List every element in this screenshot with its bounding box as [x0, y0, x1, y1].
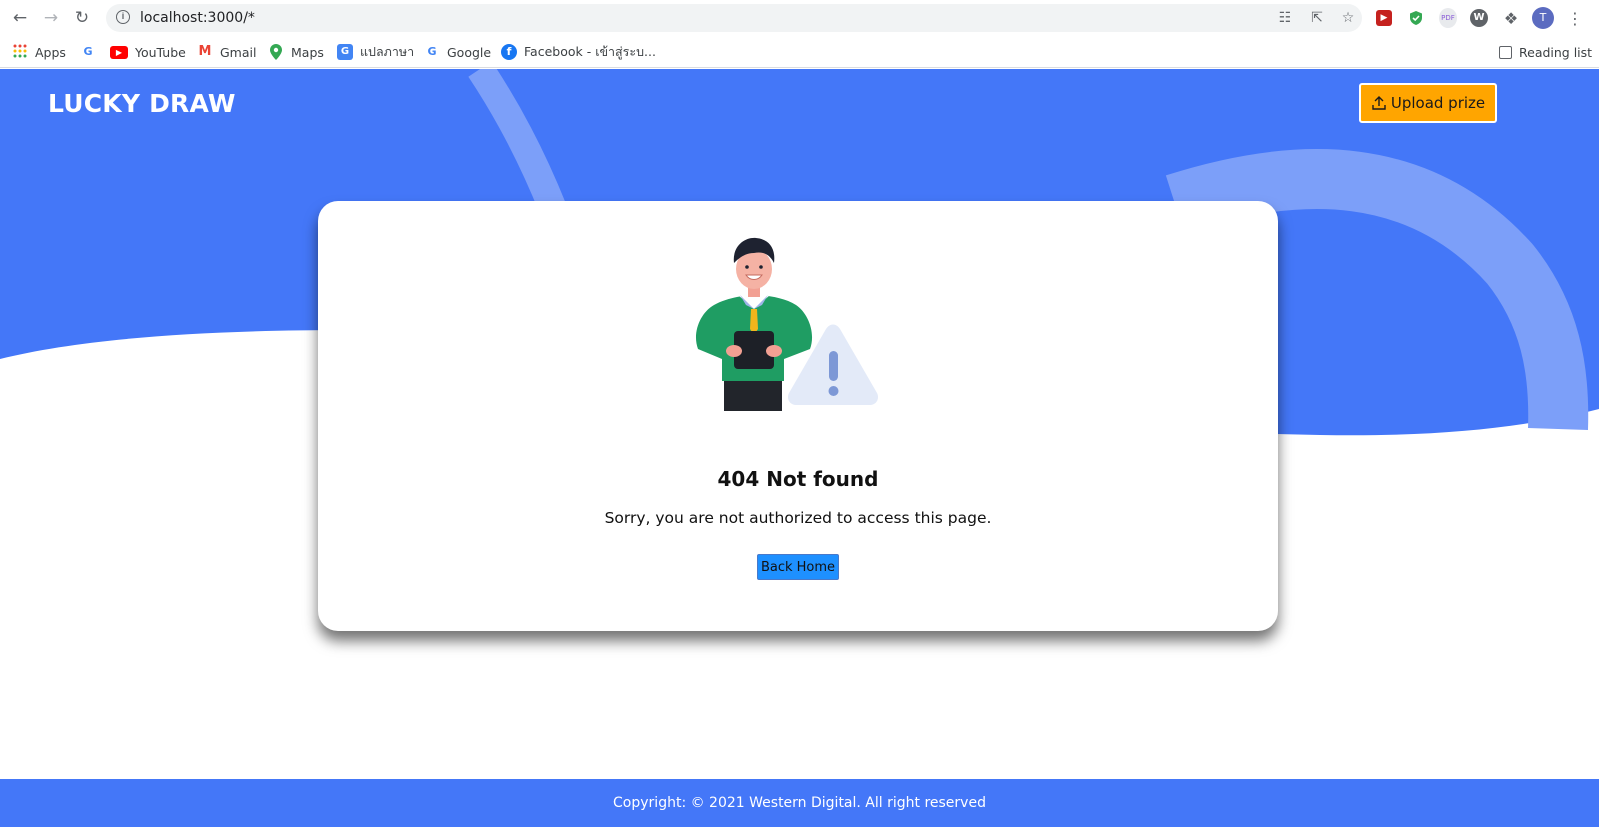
- w-extension-icon[interactable]: W: [1468, 7, 1490, 29]
- translate-icon: G: [337, 44, 353, 60]
- gmail-icon: M: [198, 44, 212, 59]
- upload-prize-label: Upload prize: [1390, 94, 1486, 112]
- forward-arrow-icon[interactable]: →: [39, 7, 63, 29]
- reading-list-button[interactable]: Reading list: [1499, 42, 1592, 62]
- shield-icon[interactable]: [1405, 7, 1427, 29]
- bookmark-youtube[interactable]: ▶ YouTube: [110, 42, 186, 62]
- bookmark-label: Gmail: [220, 44, 257, 60]
- bookmark-label: Apps: [35, 44, 66, 60]
- apps-grid-icon: [12, 44, 28, 60]
- puzzle-extensions-icon[interactable]: ❖: [1500, 7, 1522, 29]
- bookmarks-bar: Apps G ▶ YouTube M Gmail Maps G แปลภาษา …: [0, 36, 1599, 68]
- translate-page-icon[interactable]: ☷: [1276, 10, 1294, 26]
- person-warning-illustration: [695, 237, 879, 411]
- brand-title[interactable]: LUCKY DRAW: [48, 89, 236, 118]
- bookmark-gmail[interactable]: M Gmail: [197, 42, 257, 62]
- facebook-icon: f: [501, 44, 517, 60]
- error-message: Sorry, you are not authorized to access …: [604, 509, 992, 527]
- bookmark-star-icon[interactable]: ☆: [1339, 10, 1357, 26]
- youtube-icon: ▶: [110, 45, 128, 59]
- footer: Copyright: © 2021 Western Digital. All r…: [0, 779, 1599, 827]
- bookmark-label: Facebook - เข้าสู่ระบ...: [524, 44, 656, 59]
- back-home-button[interactable]: Back Home: [757, 554, 839, 580]
- address-bar[interactable]: i localhost:3000/* ☷ ⇱ ☆: [106, 4, 1362, 32]
- error-title: 404 Not found: [717, 467, 879, 491]
- not-found-card: 404 Not found Sorry, you are not authori…: [318, 201, 1278, 631]
- bookmark-translate[interactable]: G แปลภาษา: [337, 42, 414, 62]
- bookmark-facebook[interactable]: f Facebook - เข้าสู่ระบ...: [501, 42, 656, 62]
- extension-red-icon[interactable]: ▶: [1373, 7, 1395, 29]
- browser-toolbar: ← → ↻ i localhost:3000/* ☷ ⇱ ☆ ▶ PDF W ❖…: [0, 0, 1599, 36]
- bookmark-label: แปลภาษา: [360, 44, 415, 59]
- bookmark-google-g[interactable]: G: [80, 42, 103, 62]
- reading-list-label: Reading list: [1519, 44, 1593, 60]
- google-icon: G: [83, 45, 93, 58]
- maps-pin-icon: [268, 44, 284, 60]
- menu-kebab-icon[interactable]: ⋮: [1564, 7, 1586, 29]
- bookmark-label: Maps: [291, 44, 324, 60]
- bookmark-label: YouTube: [135, 44, 186, 60]
- back-arrow-icon[interactable]: ←: [8, 7, 32, 29]
- address-url[interactable]: localhost:3000/*: [140, 10, 255, 26]
- profile-initial: T: [1532, 7, 1554, 29]
- bookmark-google[interactable]: G Google: [424, 42, 491, 62]
- page: LUCKY DRAW Upload prize 404 Not found So…: [0, 69, 1599, 827]
- bookmark-maps[interactable]: Maps: [268, 42, 324, 62]
- share-icon[interactable]: ⇱: [1308, 10, 1326, 26]
- pdf-extension-icon[interactable]: PDF: [1437, 7, 1459, 29]
- avatar[interactable]: T: [1532, 7, 1554, 29]
- site-info-icon[interactable]: i: [116, 10, 130, 24]
- google-icon: G: [427, 45, 437, 58]
- bookmark-apps[interactable]: Apps: [12, 42, 66, 62]
- reload-icon[interactable]: ↻: [70, 7, 94, 29]
- bookmark-label: Google: [447, 44, 492, 60]
- copyright-text: Copyright: © 2021 Western Digital. All r…: [613, 795, 986, 811]
- upload-icon: [1372, 96, 1386, 110]
- reading-list-icon: [1499, 45, 1512, 59]
- upload-prize-button[interactable]: Upload prize: [1359, 83, 1497, 123]
